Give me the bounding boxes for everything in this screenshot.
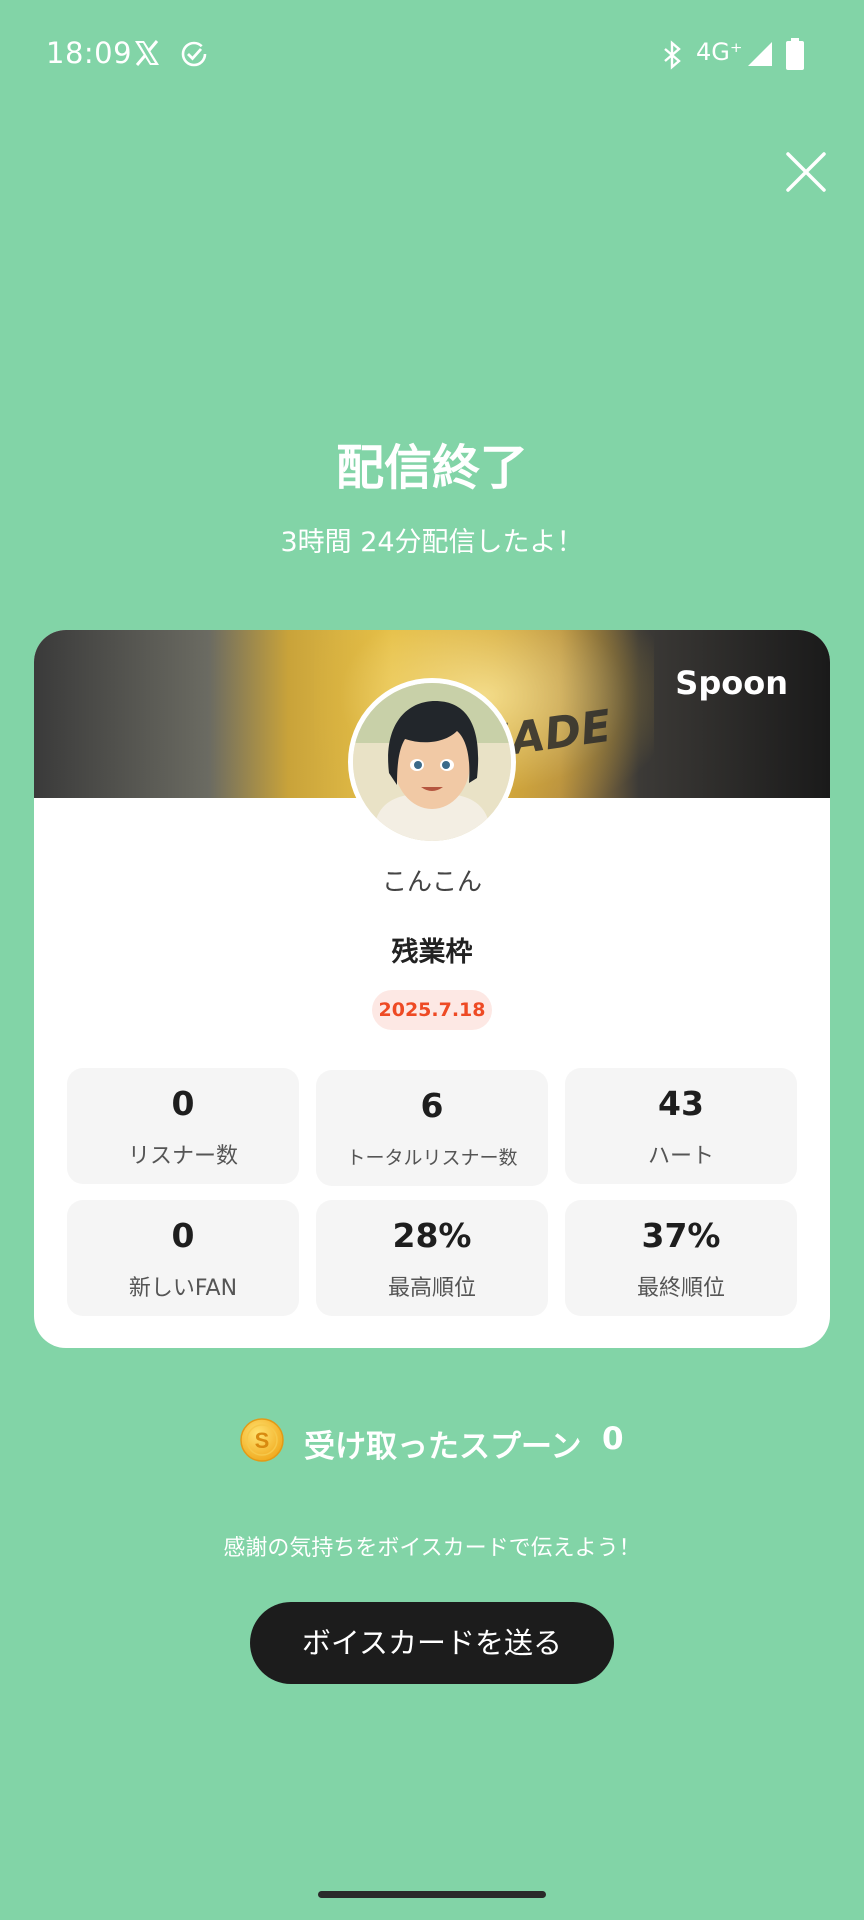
spoons-count: 0: [602, 1421, 624, 1457]
stat-label: ハート: [647, 1144, 714, 1169]
stat-value: 6: [420, 1086, 444, 1125]
dj-name: こんこん: [381, 867, 482, 896]
avatar-image: [353, 683, 511, 841]
send-voice-card-button[interactable]: ボイスカードを送る: [250, 1602, 614, 1684]
stat-label: 最高順位: [387, 1276, 476, 1301]
broadcast-duration: 3時間 24分配信したよ！: [280, 527, 584, 558]
check-circle-icon: [181, 41, 207, 67]
x-logo-icon: [135, 40, 159, 66]
close-icon[interactable]: [784, 150, 828, 194]
summary-card: NADE Spoon こんこん 残業枠 2025.7.18 0 リスナー数 6 …: [34, 630, 830, 1348]
stat-label: トータルリスナー数: [346, 1147, 518, 1169]
stat-new-fans: 0 新しいFAN: [67, 1200, 299, 1316]
spoons-label: 受け取ったスプーン: [304, 1429, 582, 1465]
battery-icon: [786, 38, 804, 70]
page-title: 配信終了: [335, 440, 528, 496]
stat-total-listeners: 6 トータルリスナー数: [316, 1070, 548, 1186]
stat-final-rank: 37% 最終順位: [565, 1200, 797, 1316]
stat-value: 0: [171, 1084, 195, 1123]
stat-listeners: 0 リスナー数: [67, 1068, 299, 1184]
status-time: 18:09: [46, 36, 133, 70]
live-title: 残業枠: [391, 937, 473, 968]
coin-letter: S: [255, 1428, 270, 1453]
stat-value: 43: [658, 1084, 704, 1123]
home-indicator[interactable]: [318, 1891, 546, 1898]
spoons-received: S 受け取ったスプーン 0: [0, 1418, 864, 1468]
bluetooth-icon: [664, 40, 681, 70]
stat-hearts: 43 ハート: [565, 1068, 797, 1184]
stat-label: 新しいFAN: [128, 1276, 238, 1301]
signal-icon: [748, 42, 772, 66]
network-type: 4G⁺: [696, 38, 743, 66]
stat-highest-rank: 28% 最高順位: [316, 1200, 548, 1316]
avatar: [348, 678, 516, 846]
spoon-coin-icon: S: [240, 1418, 284, 1462]
stat-label: 最終順位: [636, 1276, 725, 1301]
date-badge: 2025.7.18: [372, 990, 492, 1030]
voice-card-prompt: 感謝の気持ちをボイスカードで伝えよう！: [223, 1536, 641, 1561]
stat-value: 28%: [392, 1216, 472, 1255]
status-bar: 18:09 4G⁺: [0, 0, 864, 110]
stat-value: 0: [171, 1216, 195, 1255]
stat-value: 37%: [641, 1216, 721, 1255]
spoon-logo: Spoon: [675, 664, 788, 702]
stat-label: リスナー数: [127, 1144, 238, 1169]
